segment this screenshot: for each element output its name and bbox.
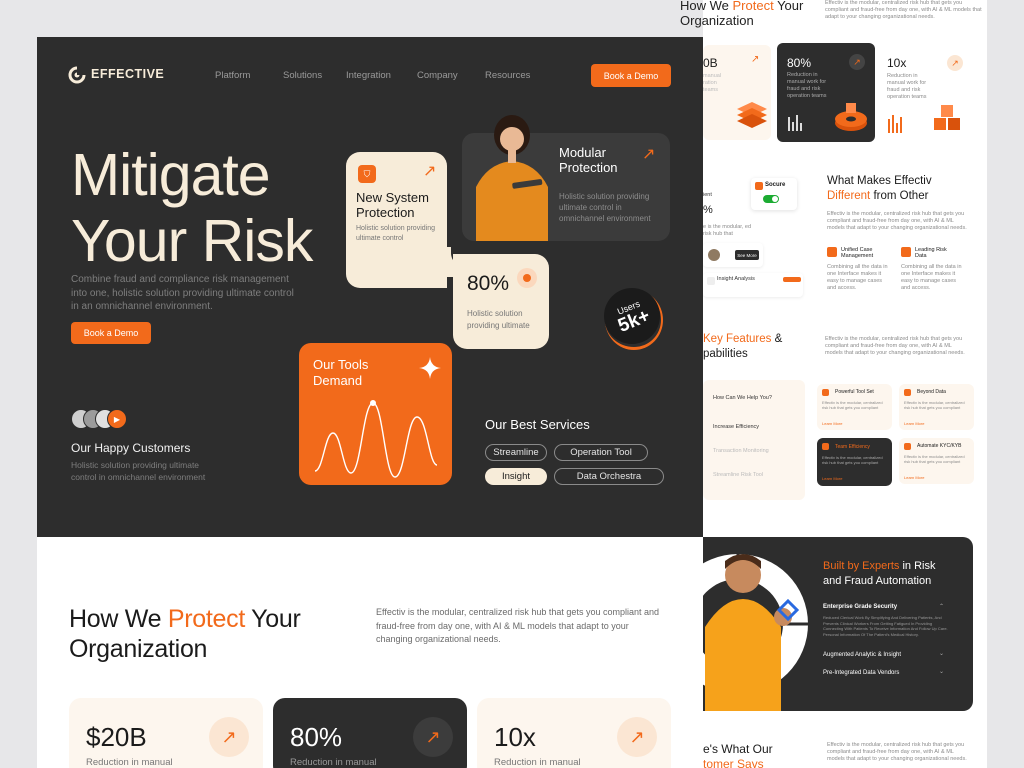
- service-pill-streamline[interactable]: Streamline: [485, 444, 547, 461]
- preview-protect-desc: Effectiv is the modular, centralized ris…: [825, 0, 982, 20]
- stat-card: 10x ↗ Reduction in manual: [477, 698, 671, 768]
- protect-section: How We Protect Your Organization Effectiv…: [37, 537, 703, 768]
- feature-card-dark: Team Efficiency Effectiv is the modular,…: [817, 438, 892, 486]
- shield-icon: ⛉: [358, 165, 376, 183]
- preview-features-title: Key Features & pabilities: [703, 333, 783, 360]
- arrow-icon: ↗: [751, 54, 760, 65]
- play-icon[interactable]: ▶: [107, 409, 127, 429]
- experts-title: Built by Experts in Risk and Fraud Autom…: [823, 560, 936, 587]
- chevron-down-icon: ⌄: [939, 669, 945, 675]
- preview-stat-card: 0B manual ration teams ↗: [703, 45, 771, 140]
- hero-subtitle: Combine fraud and compliance risk manage…: [71, 274, 294, 312]
- experts-card: Built by Experts in Risk and Fraud Autom…: [703, 537, 973, 711]
- preview-stat-card-dark: 80% Reduction in manual work for fraud a…: [777, 43, 875, 142]
- service-pill-operation-tool[interactable]: Operation Tool: [554, 444, 648, 461]
- hero-section: EFFECTIVE Platform Solutions Integration…: [37, 37, 703, 537]
- preview-security-mock: ient % e is the modular, ed risk hub tha…: [703, 178, 803, 298]
- hero-title-line1: Mitigate: [71, 142, 271, 208]
- case-icon: [827, 247, 837, 257]
- bars-icon: [888, 115, 902, 133]
- hero-book-demo-button[interactable]: Book a Demo: [71, 322, 151, 344]
- preview-page: How We Protect Your Organization Effectiv…: [680, 0, 987, 768]
- preview-makes-desc: Effectiv is the modular, centralized ris…: [827, 211, 967, 231]
- cubes-icon: [934, 105, 960, 130]
- gear-3d-icon: [835, 103, 867, 131]
- toggle-switch[interactable]: [763, 195, 779, 203]
- data-icon: [901, 247, 911, 257]
- layers-icon: [737, 102, 767, 128]
- eighty-card[interactable]: 80% Holistic solution providing ultimate: [453, 254, 549, 349]
- preview-help-menu: How Can We Help You? Increase Efficiency…: [703, 380, 805, 500]
- preview-stat-card: 10x Reduction in manual work for fraud a…: [881, 45, 973, 140]
- accordion-item[interactable]: Enterprise Grade Security: [823, 604, 897, 610]
- feature-card: Powerful Tool Set Effectiv is the modula…: [817, 384, 892, 430]
- chevron-up-icon: ⌃: [939, 604, 945, 610]
- tools-demand-card[interactable]: Our Tools Demand: [299, 343, 452, 485]
- arrow-up-right-icon: ↗: [642, 146, 656, 163]
- shield-icon: [755, 182, 763, 190]
- new-system-card[interactable]: ⛉ ↗ New System Protection Holistic solut…: [346, 152, 447, 288]
- modular-card[interactable]: Modular Protection ↗ Holistic solution p…: [462, 115, 670, 241]
- customers-title: Our Happy Customers: [71, 441, 191, 455]
- stat-card: $20B ↗ Reduction in manual: [69, 698, 263, 768]
- nav-resources[interactable]: Resources: [485, 70, 530, 81]
- customer-avatars: ▶: [71, 409, 131, 429]
- feature-card: Automate KYC/KYB Effectiv is the modular…: [899, 438, 974, 484]
- brand-name[interactable]: EFFECTIVE: [91, 67, 164, 81]
- users-badge: Users 5k+: [595, 279, 669, 353]
- arrow-icon: ↗: [947, 55, 963, 71]
- arrow-up-right-icon: ↗: [617, 717, 657, 757]
- testimonial-title: e's What Our tomer Says: [703, 742, 773, 768]
- nav-integration[interactable]: Integration: [346, 70, 391, 81]
- arrow-icon: ↗: [849, 54, 865, 70]
- avatar: [708, 249, 720, 261]
- arrow-up-right-icon: ↗: [413, 717, 453, 757]
- accordion-item[interactable]: Pre-Integrated Data Vendors: [823, 670, 899, 676]
- service-pill-insight[interactable]: Insight: [485, 468, 547, 485]
- preview-protect-title: How We Protect Your Organization: [680, 0, 804, 28]
- nav-platform[interactable]: Platform: [215, 70, 250, 81]
- arrow-up-right-icon: ↗: [423, 163, 437, 180]
- nav-company[interactable]: Company: [417, 70, 458, 81]
- preview-makes-title: What Makes Effectiv Different from Other: [827, 175, 932, 202]
- blue-logo-icon: [777, 599, 799, 621]
- services-title: Our Best Services: [485, 417, 590, 432]
- protect-desc: Effectiv is the modular, centralized ris…: [376, 607, 659, 644]
- hero-title-line2: Your Risk: [71, 208, 313, 274]
- nav-book-demo-button[interactable]: Book a Demo: [591, 64, 671, 87]
- person-photo: [476, 115, 548, 241]
- see-more-button[interactable]: See More: [735, 250, 759, 260]
- sparkle-icon: [419, 357, 441, 379]
- stat-card-dark: 80% ↗ Reduction in manual: [273, 698, 467, 768]
- arrow-up-right-icon: ↗: [209, 717, 249, 757]
- person-photo: [705, 554, 792, 711]
- nav-solutions[interactable]: Solutions: [283, 70, 322, 81]
- protect-title: How We Protect Your Organization: [69, 605, 301, 663]
- service-pill-data-orchestra[interactable]: Data Orchestra: [554, 468, 664, 485]
- feature-card: Beyond Data Effectiv is the modular, cen…: [899, 384, 974, 430]
- logo-icon: [68, 66, 86, 84]
- wave-graph: [314, 400, 438, 478]
- target-icon: [517, 268, 537, 288]
- chevron-down-icon: ⌄: [939, 651, 945, 657]
- accordion-item[interactable]: Augmented Analytic & Insight: [823, 652, 901, 658]
- customers-subtitle: Holistic solution providing ultimate con…: [71, 460, 206, 482]
- bars-icon: [788, 115, 802, 131]
- secure-card: Socure: [751, 178, 797, 210]
